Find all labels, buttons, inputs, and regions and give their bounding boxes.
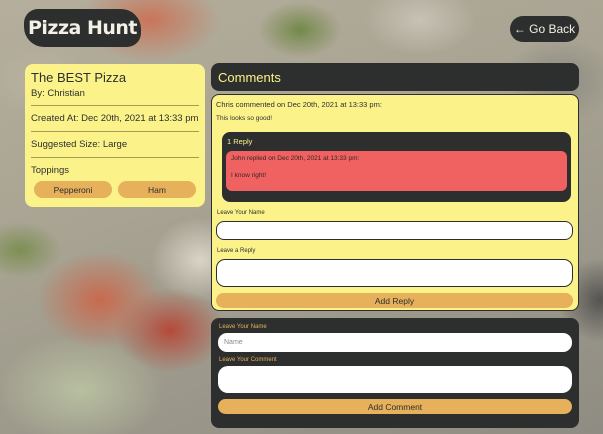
new-comment-form: Leave Your Name Leave Your Comment Add C… [211, 318, 579, 428]
comment-name-label: Leave Your Name [219, 324, 267, 330]
topping-ham: Ham [118, 181, 196, 198]
comment-card: Chris commented on Dec 20th, 2021 at 13:… [211, 94, 579, 311]
pizza-author: By: Christian [31, 88, 199, 106]
comment-text: This looks so good! [216, 115, 273, 122]
pizza-size: Suggested Size: Large [31, 132, 199, 158]
reply-meta: John replied on Dec 20th, 2021 at 13:33 … [231, 155, 360, 162]
add-reply-button[interactable]: Add Reply [216, 293, 573, 308]
toppings-list: Pepperoni Ham [31, 181, 199, 198]
comments-header: Comments [211, 63, 579, 91]
reply-name-label: Leave Your Name [217, 210, 265, 216]
pizza-title: The BEST Pizza [31, 70, 127, 85]
topping-pepperoni: Pepperoni [34, 181, 112, 198]
logo: Pizza Hunt [24, 9, 141, 47]
comment-meta: Chris commented on Dec 20th, 2021 at 13:… [216, 100, 382, 109]
replies-section: 1 Reply John replied on Dec 20th, 2021 a… [222, 132, 571, 202]
replies-count: 1 Reply [227, 137, 253, 146]
add-comment-button[interactable]: Add Comment [218, 399, 572, 414]
reply-card: John replied on Dec 20th, 2021 at 13:33 … [226, 151, 567, 191]
toppings-label: Toppings [31, 165, 70, 176]
comment-text-label: Leave Your Comment [219, 357, 277, 363]
comment-name-input[interactable] [218, 333, 572, 352]
pizza-created-at: Created At: Dec 20th, 2021 at 13:33 pm [31, 106, 199, 132]
reply-text-label: Leave a Reply [217, 248, 256, 254]
comment-textarea[interactable] [218, 366, 572, 393]
reply-name-input[interactable] [216, 221, 573, 240]
reply-text: I know right! [231, 172, 267, 179]
go-back-button[interactable]: ← Go Back [510, 16, 579, 42]
reply-textarea[interactable] [216, 259, 573, 287]
pizza-card: The BEST Pizza By: Christian Created At:… [25, 64, 205, 207]
